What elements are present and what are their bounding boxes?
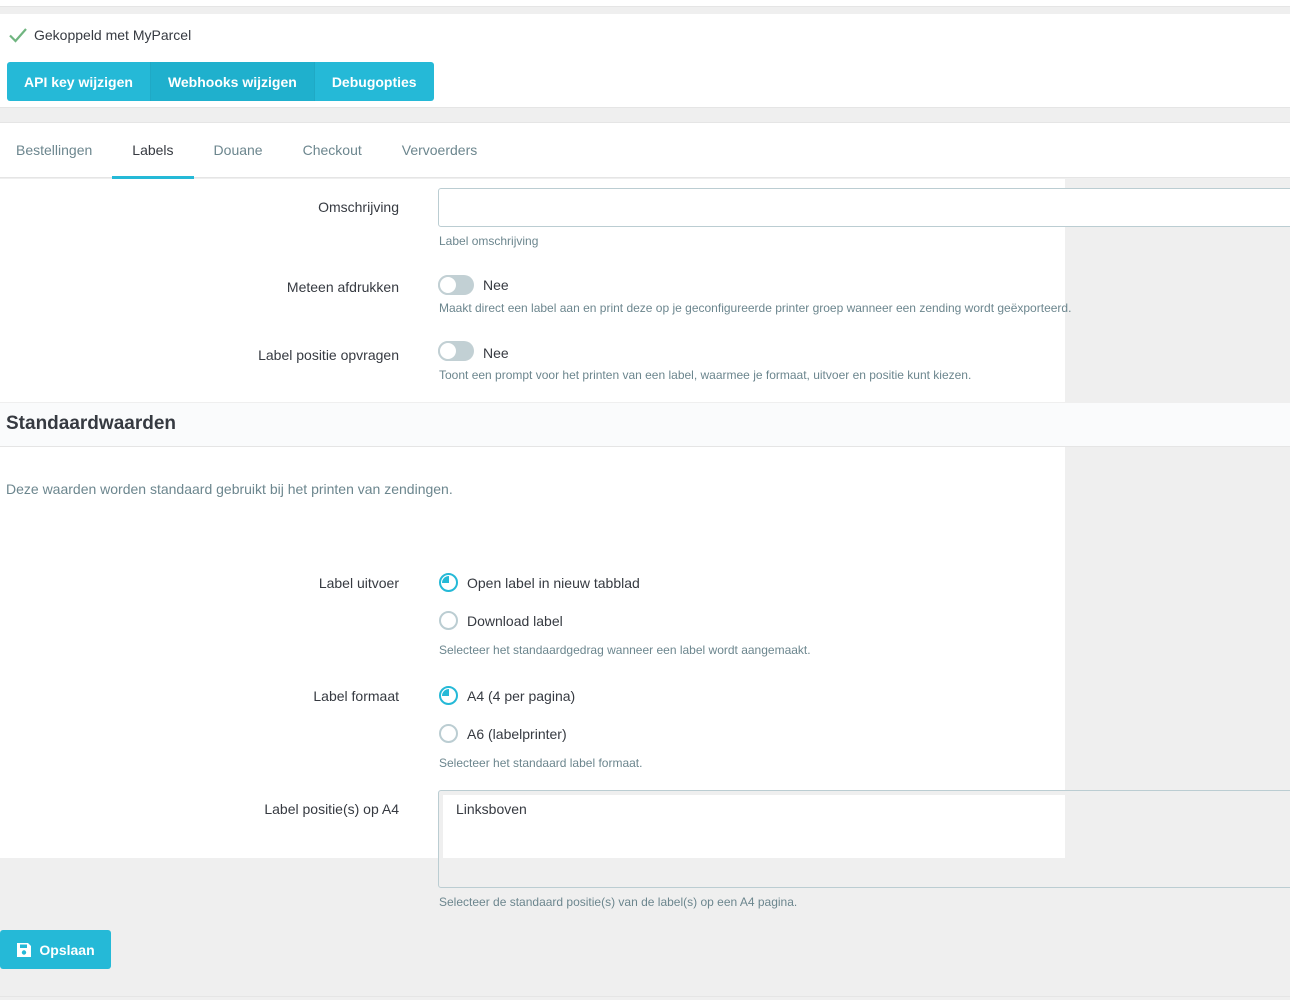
format-a4-radio[interactable] [439,686,458,705]
label-positions-label: Label positie(s) op A4 [264,801,399,817]
output-new-tab-radio[interactable] [439,573,458,592]
label-positions-option[interactable]: Linksboven [456,801,527,817]
debug-options-button[interactable]: Debugopties [314,62,434,101]
label-format-label: Label formaat [313,688,399,704]
save-button[interactable]: Opslaan [0,930,111,969]
save-icon [17,942,32,957]
output-download-radio[interactable] [439,611,458,630]
format-a6-radio[interactable] [439,724,458,743]
print-immediately-toggle[interactable] [438,275,474,295]
format-a4-label[interactable]: A4 (4 per pagina) [467,688,575,704]
defaults-description: Deze waarden worden standaard gebruikt b… [6,481,453,497]
check-icon [9,28,27,43]
tab-checkout[interactable]: Checkout [283,122,382,178]
defaults-section-header [0,403,1290,447]
print-immediately-help: Maakt direct een label aan en print deze… [439,301,1072,315]
tab-customs[interactable]: Douane [194,122,283,178]
save-button-label: Opslaan [39,941,95,958]
print-immediately-label: Meteen afdrukken [286,279,399,295]
tabs: Bestellingen Labels Douane Checkout Verv… [0,122,497,179]
defaults-title: Standaardwaarden [6,413,176,434]
description-label: Omschrijving [318,199,399,215]
label-output-label: Label uitvoer [318,575,399,591]
label-positions-help: Selecteer de standaard positie(s) van de… [439,895,798,909]
format-a6-label[interactable]: A6 (labelprinter) [467,726,567,742]
label-output-help: Selecteer het standaardgedrag wanneer ee… [439,643,811,657]
ask-position-toggle[interactable] [438,341,474,361]
tab-labels[interactable]: Labels [112,122,194,179]
label-format-help: Selecteer het standaard label formaat. [439,756,643,770]
bottom-divider [0,996,1290,997]
output-download-label[interactable]: Download label [467,613,563,629]
connection-status-text: Gekoppeld met MyParcel [34,27,192,43]
tab-orders[interactable]: Bestellingen [0,122,112,178]
print-immediately-state: Nee [483,277,509,293]
label-positions-option-area [443,795,1065,858]
description-help: Label omschrijving [439,234,539,248]
ask-position-state: Nee [483,345,509,361]
connection-button-group: API key wijzigen Webhooks wijzigen Debug… [7,62,434,101]
api-key-button[interactable]: API key wijzigen [7,62,151,101]
ask-position-help: Toont een prompt voor het printen van ee… [439,368,972,382]
description-input[interactable] [438,188,1290,227]
ask-position-label: Label positie opvragen [258,347,399,363]
top-strip [0,0,1290,7]
webhooks-button[interactable]: Webhooks wijzigen [150,62,315,101]
output-new-tab-label[interactable]: Open label in nieuw tabblad [467,575,640,591]
connection-status: Gekoppeld met MyParcel [8,26,191,44]
tab-carriers[interactable]: Vervoerders [382,122,497,178]
